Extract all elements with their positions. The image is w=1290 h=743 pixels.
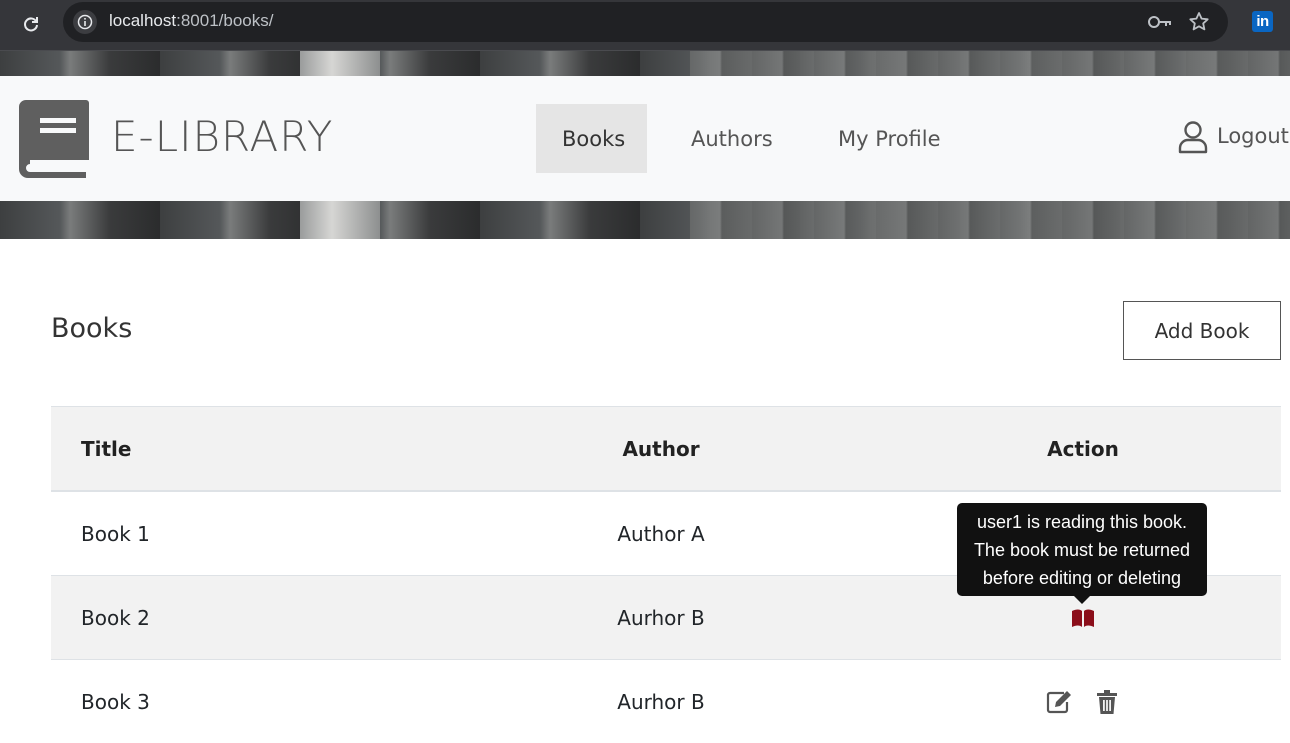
tooltip-line-2: The book must be returned <box>973 540 1191 560</box>
navbar: E-LIBRARY Books Authors My Profile Logou… <box>0 76 1290 201</box>
linkedin-extension-icon[interactable]: in <box>1252 11 1273 32</box>
tooltip-line-1: user1 is reading this book. <box>976 512 1188 532</box>
action-cell <box>973 660 1193 743</box>
table-row: Book 3 Aurhor B <box>51 660 1281 743</box>
edit-icon[interactable] <box>1046 689 1072 715</box>
brand-name[interactable]: E-LIBRARY <box>111 112 333 161</box>
logout-link[interactable]: Logout <box>1217 124 1289 148</box>
table-header: Title Author Action <box>51 406 1281 492</box>
book-author: Aurhor B <box>617 605 705 630</box>
book-author: Author A <box>617 521 705 546</box>
reading-tooltip: user1 is reading this book. The book mus… <box>957 503 1207 596</box>
header-title: Title <box>81 436 132 461</box>
nav-item-books[interactable]: Books <box>536 104 647 173</box>
tooltip-arrow <box>1074 596 1090 604</box>
header-action: Action <box>1047 436 1119 461</box>
reload-icon[interactable] <box>18 10 44 36</box>
url-text: localhost:8001/books/ <box>109 11 273 31</box>
book-title: Book 3 <box>81 689 150 714</box>
address-bar[interactable]: localhost:8001/books/ <box>63 2 1228 42</box>
nav-item-my-profile[interactable]: My Profile <box>812 104 967 173</box>
book-title: Book 2 <box>81 605 150 630</box>
page-title: Books <box>51 313 133 344</box>
header-author: Author <box>622 436 700 461</box>
user-icon[interactable] <box>1177 120 1209 154</box>
add-book-button[interactable]: Add Book <box>1123 301 1281 360</box>
book-title: Book 1 <box>81 521 150 546</box>
tooltip-line-3: before editing or deleting <box>982 568 1182 588</box>
delete-trash-icon[interactable] <box>1094 689 1120 715</box>
browser-toolbar: localhost:8001/books/ in <box>0 0 1290 51</box>
info-icon[interactable] <box>73 10 97 34</box>
nav-item-authors[interactable]: Authors <box>665 104 799 173</box>
reading-book-icon[interactable] <box>1070 605 1096 631</box>
bookmark-star-icon[interactable] <box>1187 10 1211 34</box>
book-logo-icon[interactable] <box>18 98 90 180</box>
book-author: Aurhor B <box>617 689 705 714</box>
url-path: :8001/books/ <box>176 11 274 30</box>
key-icon[interactable] <box>1147 12 1173 32</box>
url-host: localhost <box>109 11 177 30</box>
